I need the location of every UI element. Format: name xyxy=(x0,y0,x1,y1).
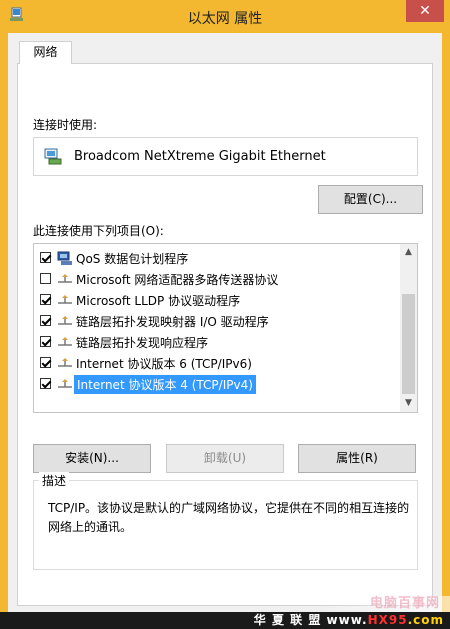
watermark-text: 华 夏 联 盟 www.HX95.com xyxy=(254,612,444,629)
tab-network[interactable]: 网络 xyxy=(19,41,72,64)
watermark-www: www. xyxy=(326,613,368,627)
configure-button[interactable]: 配置(C)... xyxy=(318,185,423,214)
item-label: 链路层拓扑发现映射器 I/O 驱动程序 xyxy=(76,315,269,329)
item-label: Microsoft LLDP 协议驱动程序 xyxy=(76,294,241,308)
install-button[interactable]: 安装(N)... xyxy=(33,444,151,473)
item-label: Internet 协议版本 4 (TCP/IPv4) xyxy=(74,375,256,394)
close-button[interactable]: ✕ xyxy=(406,0,444,22)
item-label: QoS 数据包计划程序 xyxy=(76,252,189,266)
item-label: Microsoft 网络适配器多路传送器协议 xyxy=(76,273,279,287)
protocol-icon xyxy=(58,295,72,304)
watermark-domain: HX95 xyxy=(367,613,408,627)
adapter-box: Broadcom NetXtreme Gigabit Ethernet xyxy=(33,137,418,176)
components-list[interactable]: QoS 数据包计划程序 Microsoft 网络适配器多路传送器协议 Micro… xyxy=(33,243,418,413)
scroll-down-icon[interactable]: ▼ xyxy=(400,395,417,412)
scroll-up-icon[interactable]: ▲ xyxy=(400,244,417,261)
list-item[interactable]: Internet 协议版本 6 (TCP/IPv6) xyxy=(34,353,401,373)
items-label: 此连接使用下列项目(O): xyxy=(33,224,164,238)
list-item-selected[interactable]: Internet 协议版本 4 (TCP/IPv4) xyxy=(34,374,401,394)
adapter-name: Broadcom NetXtreme Gigabit Ethernet xyxy=(74,149,326,164)
checkbox[interactable] xyxy=(40,294,51,305)
title-bar[interactable]: 以太网 属性 ✕ xyxy=(0,0,450,33)
checkbox[interactable] xyxy=(40,378,51,389)
protocol-icon xyxy=(58,379,72,388)
properties-button[interactable]: 属性(R) xyxy=(298,444,416,473)
list-item[interactable]: Microsoft 网络适配器多路传送器协议 xyxy=(34,269,401,289)
protocol-icon xyxy=(58,337,72,346)
checkbox[interactable] xyxy=(40,357,51,368)
qos-icon xyxy=(57,251,72,265)
protocol-icon xyxy=(58,274,72,283)
list-item[interactable]: 链路层拓扑发现映射器 I/O 驱动程序 xyxy=(34,311,401,331)
description-group: 描述 TCP/IP。该协议是默认的广域网络协议，它提供在不同的相互连接的网络上的… xyxy=(33,472,418,570)
window-title: 以太网 属性 xyxy=(187,11,263,27)
uninstall-button[interactable]: 卸载(U) xyxy=(166,444,284,473)
dialog-client: 网络 连接时使用: Broadcom NetXtreme Gigabit Eth… xyxy=(8,33,442,612)
tab-panel: 连接时使用: Broadcom NetXtreme Gigabit Ethern… xyxy=(17,63,433,606)
checkbox[interactable] xyxy=(40,315,51,326)
list-item[interactable]: QoS 数据包计划程序 xyxy=(34,248,401,268)
watermark-prefix: 华 夏 联 盟 xyxy=(253,613,327,627)
checkbox[interactable] xyxy=(40,252,51,263)
protocol-icon xyxy=(58,358,72,367)
checkbox[interactable] xyxy=(40,336,51,347)
description-text: TCP/IP。该协议是默认的广域网络协议，它提供在不同的相互连接的网络上的通讯。 xyxy=(48,501,410,534)
scroll-thumb[interactable] xyxy=(402,294,415,394)
watermark-tld: .com xyxy=(407,613,444,627)
protocol-icon xyxy=(58,316,72,325)
list-item[interactable]: Microsoft LLDP 协议驱动程序 xyxy=(34,290,401,310)
checkbox[interactable] xyxy=(40,273,51,284)
network-adapter-icon xyxy=(44,148,62,165)
list-item[interactable]: 链路层拓扑发现响应程序 xyxy=(34,332,401,352)
connect-using-label: 连接时使用: xyxy=(33,118,98,132)
description-legend: 描述 xyxy=(39,472,70,489)
item-label: Internet 协议版本 6 (TCP/IPv6) xyxy=(76,357,252,371)
list-scrollbar[interactable]: ▲ ▼ xyxy=(400,244,417,412)
item-label: 链路层拓扑发现响应程序 xyxy=(76,336,209,350)
watermark-faded-text: 电脑百事网 xyxy=(369,596,440,611)
watermark-bar: 电脑百事网 华 夏 联 盟 www.HX95.com xyxy=(0,596,450,629)
